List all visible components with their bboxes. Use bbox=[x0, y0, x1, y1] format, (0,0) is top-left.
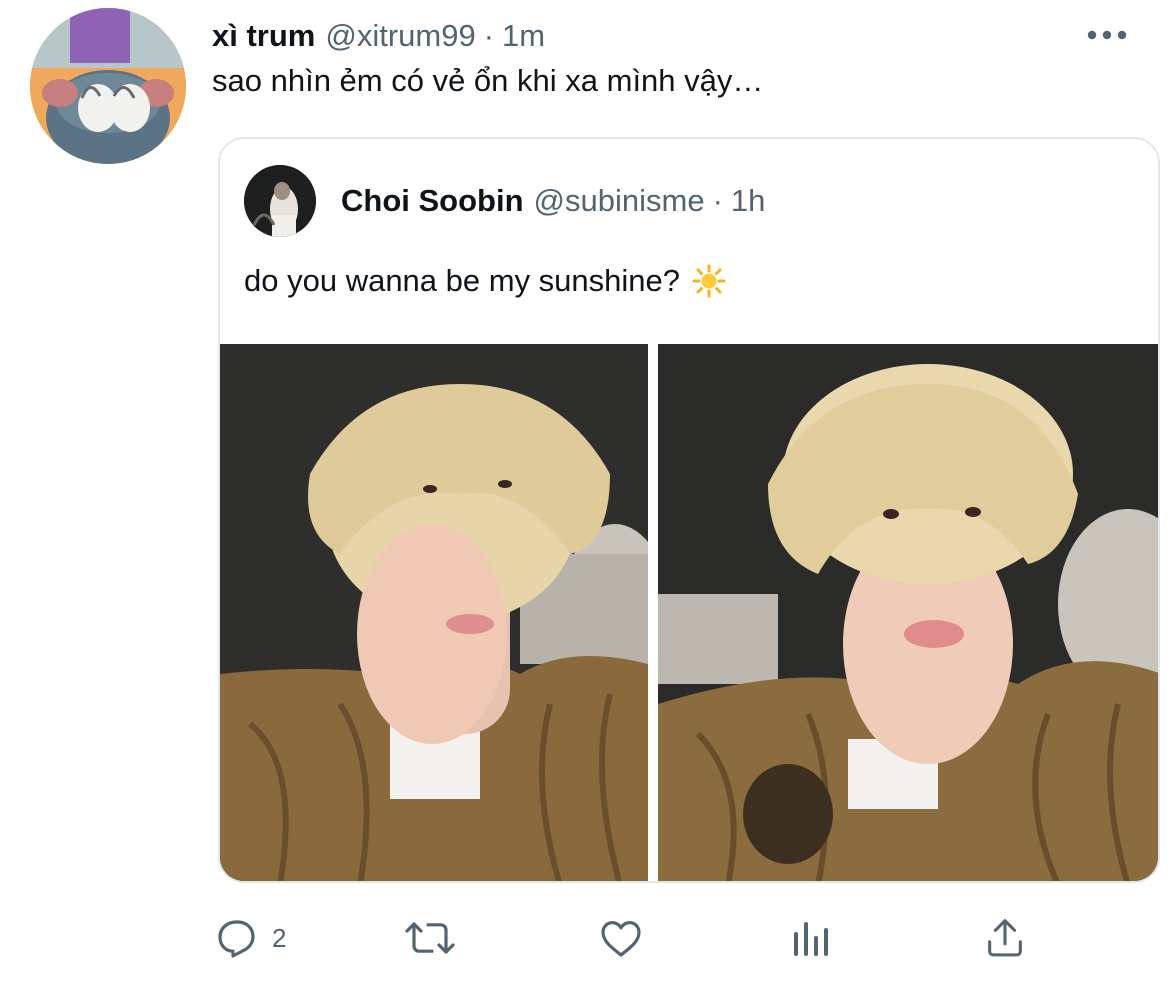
quoted-author-display-name[interactable]: Choi Soobin bbox=[341, 183, 524, 219]
quoted-tweet-card[interactable]: Choi Soobin @subinisme · 1h do you wanna… bbox=[218, 137, 1160, 883]
share-icon bbox=[988, 919, 1022, 957]
tweet-timestamp[interactable]: 1m bbox=[502, 18, 545, 54]
sun-icon bbox=[692, 264, 726, 298]
quoted-tweet-text-content: do you wanna be my sunshine? bbox=[244, 263, 681, 298]
more-horizontal-icon bbox=[1087, 30, 1127, 40]
photo-image bbox=[658, 344, 1158, 881]
reply-icon bbox=[218, 920, 255, 958]
quoted-tweet-timestamp[interactable]: 1h bbox=[731, 183, 765, 219]
avatar-image bbox=[30, 8, 186, 164]
analytics-icon bbox=[794, 922, 828, 956]
quoted-avatar-image bbox=[244, 165, 316, 237]
tweet-text: sao nhìn ẻm có vẻ ổn khi xa mình vậy… bbox=[212, 63, 764, 98]
author-avatar[interactable] bbox=[30, 8, 186, 164]
quoted-tweet-header: Choi Soobin @subinisme · 1h bbox=[341, 179, 765, 223]
separator-dot: · bbox=[483, 18, 495, 53]
like-button[interactable] bbox=[596, 908, 646, 968]
retweet-icon bbox=[405, 922, 455, 954]
share-button[interactable] bbox=[982, 908, 1028, 968]
retweet-button[interactable] bbox=[402, 908, 458, 968]
media-photo-1[interactable] bbox=[220, 344, 648, 881]
separator-dot: · bbox=[712, 183, 723, 218]
analytics-button[interactable] bbox=[790, 908, 834, 968]
more-options-button[interactable] bbox=[1082, 20, 1132, 50]
quoted-tweet-text: do you wanna be my sunshine? bbox=[244, 259, 726, 303]
quoted-author-avatar[interactable] bbox=[244, 165, 316, 237]
reply-button[interactable]: 2 bbox=[212, 908, 286, 968]
photo-image bbox=[220, 344, 648, 881]
tweet-header: xì trum @xitrum99 · 1m bbox=[212, 14, 545, 58]
reply-count: 2 bbox=[272, 922, 287, 953]
author-handle[interactable]: @xitrum99 bbox=[325, 18, 475, 54]
author-display-name[interactable]: xì trum bbox=[212, 18, 315, 54]
media-photo-2[interactable] bbox=[658, 344, 1158, 881]
quoted-author-handle[interactable]: @subinisme bbox=[534, 183, 705, 219]
heart-icon bbox=[601, 921, 641, 957]
tweet-action-bar: 2 bbox=[0, 908, 1170, 968]
